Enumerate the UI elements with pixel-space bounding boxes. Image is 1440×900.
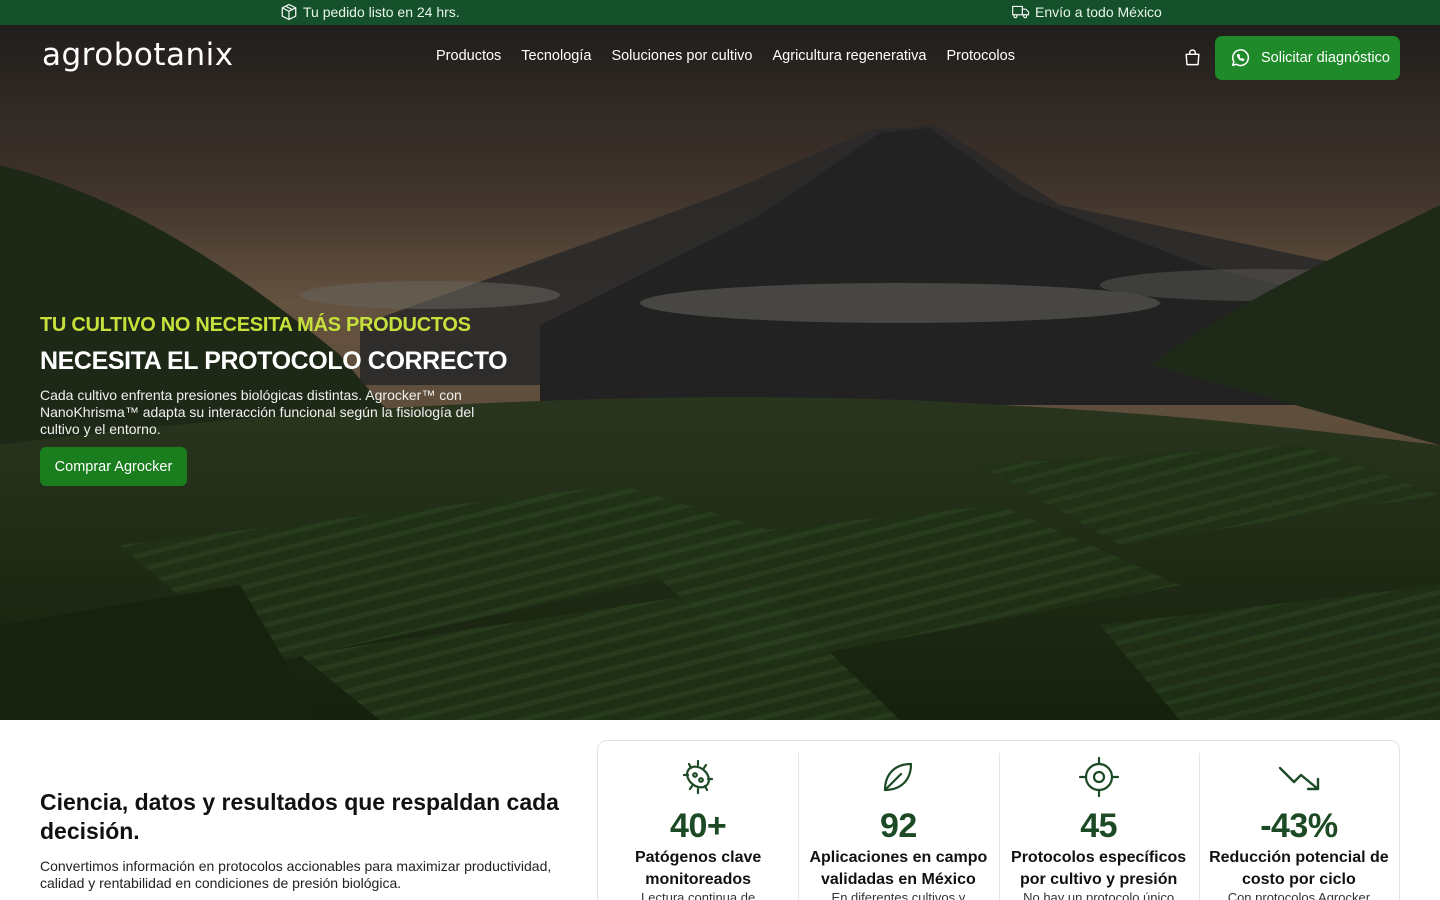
announcement-shipping: Envío a todo México <box>1012 3 1162 21</box>
announcement-shipping-text: Envío a todo México <box>1035 4 1162 20</box>
nav-item-protocolos[interactable]: Protocolos <box>946 48 1015 64</box>
package-icon <box>281 3 297 21</box>
stat-card: 92 Aplicaciones en campo validadas en Mé… <box>798 741 998 900</box>
stat-subtext: Lectura continua de <box>641 890 756 900</box>
announcement-delivery-text: Tu pedido listo en 24 hrs. <box>303 4 460 20</box>
announcement-bar: Tu pedido listo en 24 hrs. Envío a todo … <box>0 0 1440 25</box>
hero-kicker: TU CULTIVO NO NECESITA MÁS PRODUCTOS <box>40 314 471 336</box>
stat-card: -43% Reducción potencial de costo por ci… <box>1198 741 1399 900</box>
stat-card: 45 Protocolos específicos por cultivo y … <box>998 741 1199 900</box>
stat-value: -43% <box>1260 807 1338 845</box>
request-diagnosis-label: Solicitar diagnóstico <box>1261 50 1390 66</box>
stat-card: 40+ Patógenos clave monitoreados Lectura… <box>598 741 798 900</box>
hero-description: Cada cultivo enfrenta presiones biológic… <box>40 387 475 437</box>
stat-value: 45 <box>1080 807 1118 845</box>
stat-value: 40+ <box>670 807 727 845</box>
stats-panel: 40+ Patógenos clave monitoreados Lectura… <box>597 740 1400 900</box>
nav-item-tecnologia[interactable]: Tecnología <box>521 48 591 64</box>
announcement-delivery: Tu pedido listo en 24 hrs. <box>280 3 460 21</box>
stat-subtext: Con protocolos Agrocker <box>1227 890 1371 900</box>
stat-value: 92 <box>879 807 917 845</box>
main-nav: Productos Tecnología Soluciones por cult… <box>436 48 1015 64</box>
stats-section-title: Ciencia, datos y resultados que respalda… <box>40 789 559 844</box>
nav-item-productos[interactable]: Productos <box>436 48 501 64</box>
stat-subtext: No hay un protocolo único <box>1023 890 1175 900</box>
stat-subtext: En diferentes cultivos y <box>831 890 966 900</box>
buy-agrocker-button[interactable]: Comprar Agrocker <box>40 447 187 486</box>
nav-item-soluciones[interactable]: Soluciones por cultivo <box>611 48 752 64</box>
target-icon <box>1078 756 1119 798</box>
leaf-icon <box>884 762 913 792</box>
brand-logo[interactable]: agrobotanix <box>42 37 234 73</box>
whatsapp-icon <box>1231 49 1250 67</box>
trending-down-icon <box>1278 766 1320 791</box>
request-diagnosis-button[interactable]: Solicitar diagnóstico <box>1215 36 1400 80</box>
shopping-bag-icon[interactable] <box>1183 48 1202 67</box>
hero-headline: NECESITA EL PROTOCOLO CORRECTO <box>40 347 508 375</box>
truck-icon <box>1012 5 1030 19</box>
nav-item-agricultura-regenerativa[interactable]: Agricultura regenerativa <box>773 48 927 64</box>
stats-section-description: Convertimos información en protocolos ac… <box>40 858 552 891</box>
stat-label: Protocolos específicos por cultivo y pre… <box>1011 849 1187 888</box>
stat-label: Patógenos clave monitoreados <box>634 849 762 888</box>
microbe-icon <box>683 759 714 795</box>
stat-label: Reducción potencial de costo por ciclo <box>1209 849 1389 888</box>
stat-label: Aplicaciones en campo validadas en Méxic… <box>809 849 988 888</box>
